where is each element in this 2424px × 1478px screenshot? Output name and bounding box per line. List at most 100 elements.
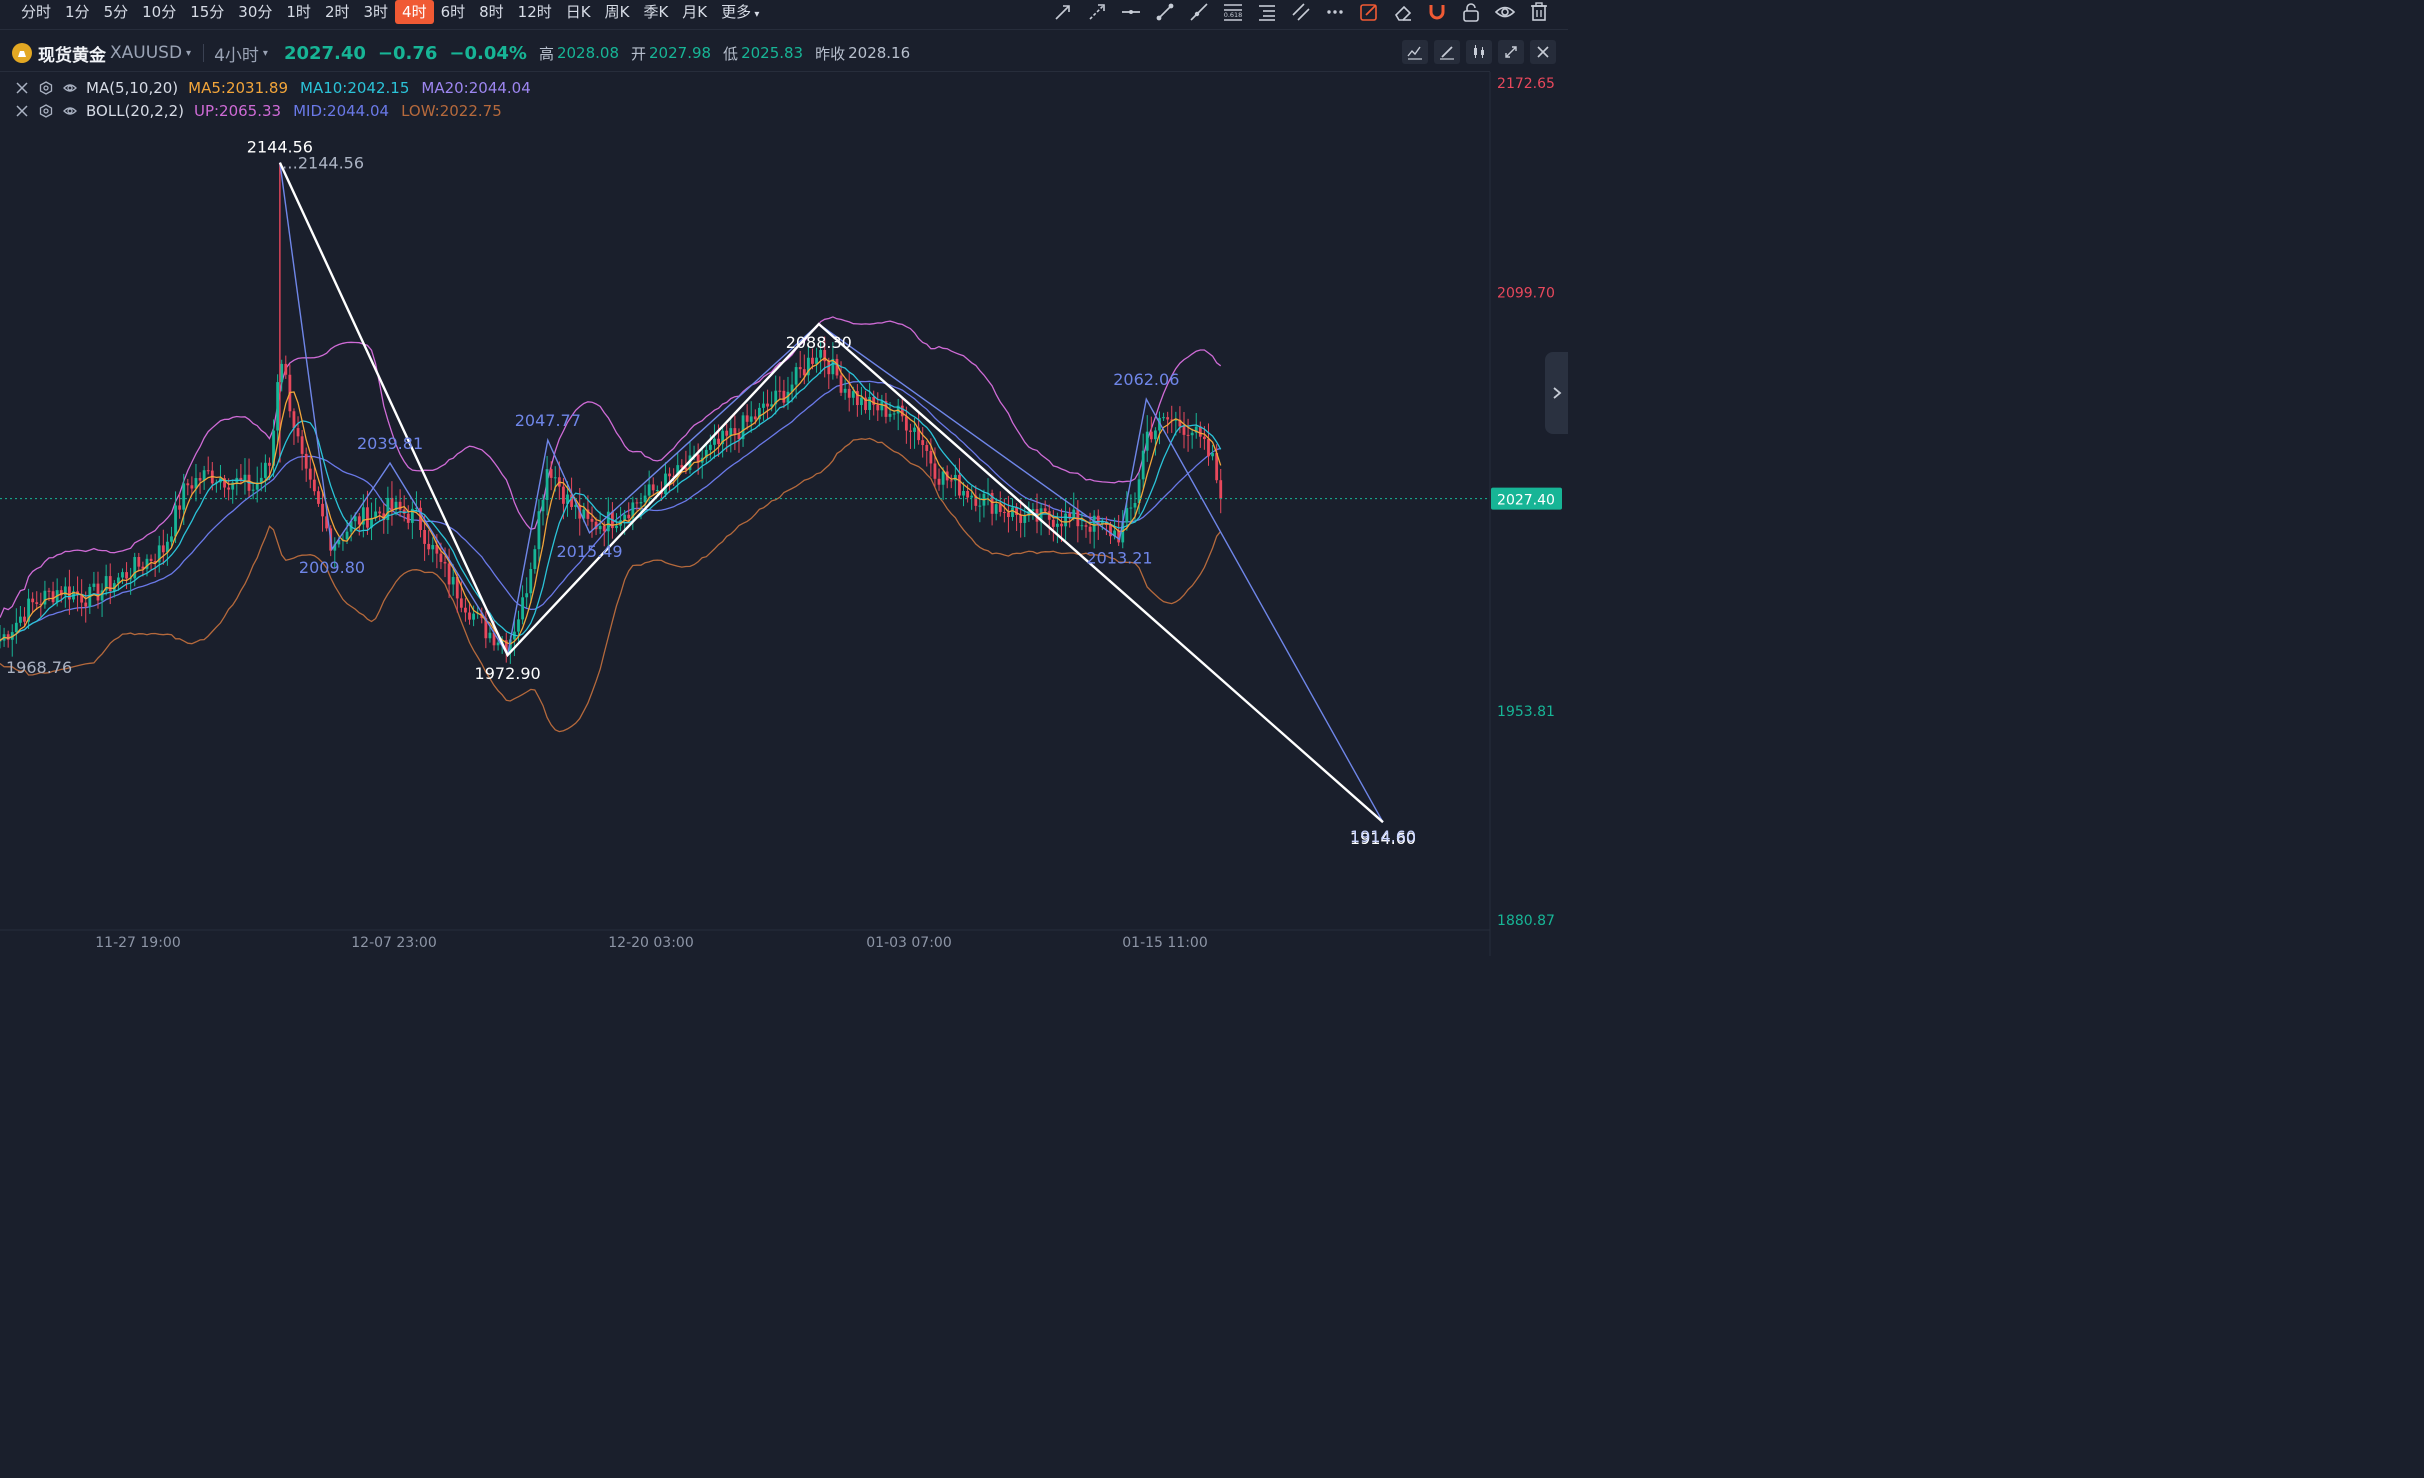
candle-body bbox=[733, 428, 737, 434]
candle-body bbox=[1190, 432, 1194, 436]
candle-body bbox=[537, 511, 541, 550]
candle-body bbox=[729, 428, 733, 436]
candle-body bbox=[533, 549, 537, 569]
candle-body bbox=[390, 497, 394, 511]
candle-body bbox=[639, 502, 643, 504]
candle-body bbox=[447, 563, 451, 585]
candle-body bbox=[23, 616, 26, 622]
candle-body bbox=[51, 591, 55, 603]
candle-body bbox=[1019, 514, 1023, 523]
candle-body bbox=[186, 483, 190, 486]
remove-boll-icon[interactable] bbox=[12, 102, 32, 120]
candle-body bbox=[725, 430, 729, 436]
price-axis-label: 2027.40 bbox=[1497, 493, 1555, 509]
candle-body bbox=[304, 453, 308, 469]
candle-body bbox=[149, 558, 153, 562]
candle-body bbox=[1084, 525, 1088, 527]
draw-icon[interactable] bbox=[1434, 40, 1460, 64]
candle-body bbox=[847, 388, 851, 398]
candle-body bbox=[1051, 519, 1055, 527]
ma-visibility-icon[interactable] bbox=[60, 79, 80, 97]
candle-body bbox=[970, 495, 974, 498]
candle-body bbox=[472, 613, 475, 620]
plot-area bbox=[0, 72, 1568, 956]
candle-body bbox=[553, 477, 557, 479]
symbol-dropdown-icon[interactable]: ▾ bbox=[186, 48, 191, 59]
close-icon[interactable] bbox=[1530, 40, 1556, 64]
period-dropdown-icon[interactable]: ▾ bbox=[263, 48, 268, 59]
candle-body bbox=[1043, 508, 1047, 512]
symbol-name[interactable]: 现货黄金 bbox=[38, 41, 106, 66]
candle-body bbox=[1186, 434, 1190, 436]
open-label: 开 bbox=[631, 44, 647, 63]
candle-body bbox=[468, 612, 471, 620]
boll-legend: BOLL(20,2,2) UP:2065.33 MID:2044.04 LOW:… bbox=[12, 101, 514, 121]
candle-body bbox=[753, 416, 757, 420]
candle-body bbox=[96, 583, 100, 601]
side-panel-toggle[interactable] bbox=[1545, 352, 1568, 434]
header-divider bbox=[0, 71, 1490, 72]
high-label: 高 bbox=[538, 44, 554, 63]
symbol-code[interactable]: XAUUSD bbox=[110, 43, 182, 63]
divider bbox=[203, 44, 205, 62]
time-axis-label: 11-27 19:00 bbox=[95, 935, 180, 951]
candle-body bbox=[647, 484, 651, 496]
candle-body bbox=[635, 502, 639, 504]
candle-body bbox=[284, 363, 288, 375]
time-axis-label: 01-15 11:00 bbox=[1122, 935, 1207, 951]
low-marker-label: 1968.76 bbox=[6, 658, 72, 677]
candle-body bbox=[178, 505, 182, 510]
candle-body bbox=[276, 382, 280, 431]
candle-body bbox=[1145, 431, 1149, 451]
candle-body bbox=[876, 404, 880, 411]
ma-name[interactable]: MA(5,10,20) bbox=[86, 79, 178, 97]
period-selector[interactable]: 4小时 bbox=[214, 41, 259, 66]
blue-wave-label: 2009.80 bbox=[299, 558, 365, 577]
candle-body bbox=[488, 632, 492, 639]
candle-body bbox=[121, 572, 124, 578]
candle-body bbox=[933, 463, 937, 479]
boll-visibility-icon[interactable] bbox=[60, 102, 80, 120]
candle-body bbox=[133, 557, 137, 579]
candle-style-icon[interactable] bbox=[1466, 40, 1492, 64]
candle-body bbox=[521, 597, 524, 620]
candle-body bbox=[1011, 507, 1014, 518]
candle-body bbox=[459, 598, 463, 608]
candle-body bbox=[1207, 439, 1210, 457]
indicator-icon[interactable] bbox=[1402, 40, 1428, 64]
candle-body bbox=[623, 514, 627, 521]
candle-body bbox=[962, 490, 965, 496]
blue-wave-label: 2015.49 bbox=[556, 542, 622, 561]
boll-settings-icon[interactable] bbox=[36, 102, 56, 120]
candlestick-chart[interactable]: 2144.561972.902088.301914.602009.802039.… bbox=[0, 0, 1568, 956]
candle-body bbox=[925, 445, 929, 451]
remove-ma-icon[interactable] bbox=[12, 79, 32, 97]
boll-name[interactable]: BOLL(20,2,2) bbox=[86, 102, 184, 120]
candle-body bbox=[880, 401, 884, 411]
price-axis-label: 2172.65 bbox=[1497, 76, 1555, 92]
chart-background bbox=[0, 72, 1568, 956]
candle-body bbox=[439, 553, 443, 562]
time-axis-label: 01-03 07:00 bbox=[866, 935, 951, 951]
prev-close-value: 2028.16 bbox=[848, 44, 911, 62]
candle-body bbox=[345, 531, 349, 540]
candle-body bbox=[125, 572, 128, 579]
candle-body bbox=[904, 416, 908, 431]
ma-settings-icon[interactable] bbox=[36, 79, 56, 97]
candle-body bbox=[161, 545, 165, 553]
blue-wave-label: 2039.81 bbox=[357, 434, 423, 453]
candle-body bbox=[958, 474, 961, 496]
candle-body bbox=[227, 487, 231, 490]
candle-body bbox=[84, 602, 88, 607]
white-wave-label: 1972.90 bbox=[475, 664, 541, 683]
candle-body bbox=[545, 469, 549, 500]
candle-body bbox=[464, 607, 467, 613]
candle-body bbox=[860, 397, 863, 406]
candle-body bbox=[1092, 515, 1096, 532]
expand-icon[interactable] bbox=[1498, 40, 1524, 64]
candle-body bbox=[321, 503, 324, 517]
candle-body bbox=[182, 483, 186, 510]
candle-body bbox=[745, 415, 749, 422]
candle-body bbox=[843, 388, 847, 393]
blue-wave-label: 2062.06 bbox=[1113, 370, 1179, 389]
